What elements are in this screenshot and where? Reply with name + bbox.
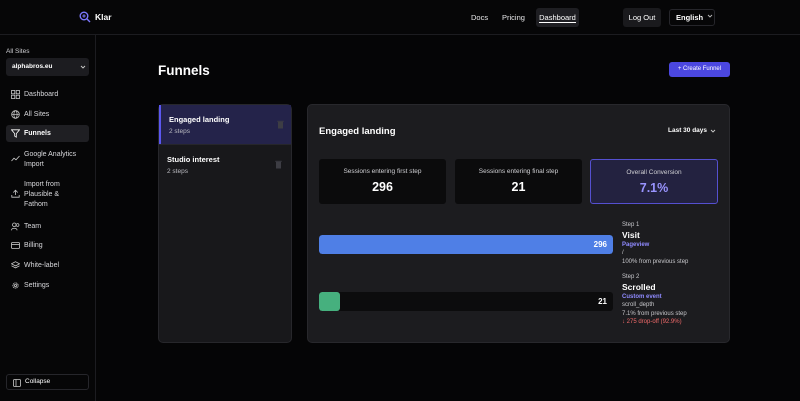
globe-icon [11, 110, 20, 119]
step-number: Step 2 [622, 274, 640, 280]
sidebar-item-funnels[interactable]: Funnels [6, 125, 89, 142]
step-name: Scrolled [622, 281, 656, 292]
stat-value: 21 [511, 180, 526, 194]
sidebar-item-label: Dashboard [24, 91, 59, 98]
step-name: Visit [622, 229, 640, 240]
sidebar-item-billing[interactable]: Billing [6, 237, 89, 254]
step-dropoff: ↓ 275 drop-off (92.9%) [622, 319, 682, 325]
stat-value: 7.1% [639, 181, 669, 195]
collapse-icon [13, 379, 21, 387]
users-icon [11, 222, 20, 231]
site-select-label: All Sites [6, 48, 30, 55]
funnel-step-bar: 296 [319, 235, 613, 254]
nav-dashboard-label: Dashboard [539, 13, 576, 23]
stat-card-final-step: Sessions entering final step 21 [455, 159, 582, 204]
chevron-down-icon [710, 129, 716, 133]
sidebar-item-label: White-label [24, 262, 60, 269]
step-target: scroll_depth [622, 302, 655, 308]
step-type: Custom event [622, 293, 662, 300]
chevron-down-icon [80, 65, 86, 69]
step-number: Step 1 [622, 222, 640, 228]
dashboard-icon [11, 90, 20, 99]
sidebar-item-label: Funnels [24, 130, 51, 137]
upload-icon [11, 189, 20, 198]
nav-dashboard[interactable]: Dashboard [536, 8, 579, 27]
funnel-step-count: 2 steps [169, 128, 190, 135]
collapse-label: Collapse [25, 378, 51, 385]
page-title: Funnels [158, 63, 210, 78]
sidebar-item-label: All Sites [24, 111, 50, 118]
step-percentage: 7.1% from previous step [622, 310, 687, 317]
sidebar-item-dashboard[interactable]: Dashboard [6, 86, 89, 103]
sidebar-item-label: Billing [24, 242, 43, 249]
site-select[interactable]: alphabros.eu [6, 58, 89, 76]
card-icon [11, 242, 20, 249]
sidebar-item-settings[interactable]: Settings [6, 277, 89, 294]
step-info: Step 1 Visit Pageview / 100% from previo… [622, 221, 688, 266]
sidebar-item-white-label[interactable]: White-label [6, 257, 89, 274]
funnel-list-item[interactable]: Studio interest 2 steps [159, 144, 291, 183]
sidebar-item-google-analytics-import[interactable]: Google Analytics Import [6, 146, 89, 172]
funnel-detail-title: Engaged landing [319, 126, 396, 137]
funnel-name: Engaged landing [169, 115, 230, 124]
stat-label: Sessions entering first step [343, 168, 422, 175]
stat-label: Overall Conversion [626, 169, 682, 176]
brand-name[interactable]: Klar [95, 12, 112, 22]
sidebar-item-team[interactable]: Team [6, 218, 89, 235]
layers-icon [11, 261, 20, 269]
nav-pricing[interactable]: Pricing [502, 13, 525, 22]
sidebar-item-label: Settings [24, 282, 50, 289]
logout-button[interactable]: Log Out [623, 8, 661, 27]
step-percentage: 100% from previous step [622, 258, 689, 265]
funnel-step-bar: 21 [319, 292, 613, 311]
funnel-list-item[interactable]: Engaged landing 2 steps [159, 105, 291, 144]
stat-card-first-step: Sessions entering first step 296 [319, 159, 446, 204]
trash-icon[interactable] [277, 120, 284, 129]
sidebar-item-all-sites[interactable]: All Sites [6, 106, 89, 123]
trash-icon[interactable] [275, 160, 282, 169]
funnel-bar-value: 21 [598, 297, 607, 306]
sidebar-item-import-plausible-fathom[interactable]: Import from Plausible & Fathom [6, 176, 89, 212]
stat-label: Sessions entering final step [478, 168, 559, 175]
funnel-step-count: 2 steps [167, 168, 188, 175]
stat-card-conversion: Overall Conversion 7.1% [590, 159, 718, 204]
step-type: Pageview [622, 241, 650, 248]
sidebar-item-label: Google Analytics Import [24, 151, 77, 168]
create-funnel-button[interactable]: + Create Funnel [669, 62, 730, 77]
funnel-name: Studio interest [167, 155, 220, 164]
collapse-button[interactable]: Collapse [6, 374, 89, 390]
funnel-bar-fill [319, 235, 613, 254]
funnel-icon [11, 129, 20, 138]
chevron-down-icon [707, 14, 713, 18]
stat-value: 296 [372, 180, 393, 194]
logo-icon[interactable] [79, 11, 91, 23]
nav-docs[interactable]: Docs [471, 13, 488, 22]
step-info: Step 2 Scrolled Custom event scroll_dept… [622, 273, 687, 327]
gear-icon [12, 282, 19, 289]
step-target: / [622, 250, 624, 256]
sidebar-item-label: Team [24, 223, 42, 230]
sidebar-item-label: Import from Plausible & Fathom [24, 181, 60, 208]
funnel-bar-value: 296 [593, 240, 607, 249]
funnel-bar-fill [319, 292, 340, 311]
trend-icon [11, 155, 20, 162]
